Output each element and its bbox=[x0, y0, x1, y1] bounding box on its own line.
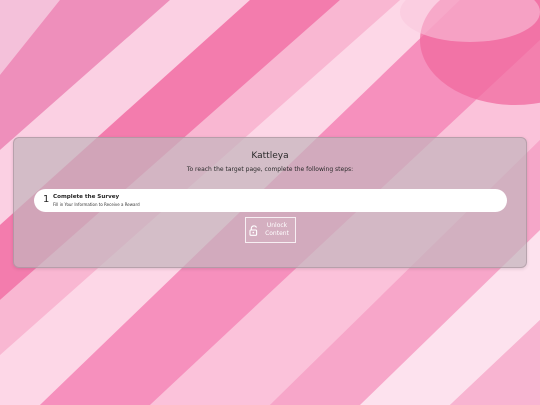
unlock-content-button[interactable]: Unlock Content bbox=[245, 217, 296, 243]
step-description: Fill in Your Information to Receive a Re… bbox=[53, 202, 140, 207]
unlock-label-line1: Unlock bbox=[266, 222, 288, 229]
unlock-label-line2: Content bbox=[265, 230, 289, 237]
content-locker-card: Kattleya To reach the target page, compl… bbox=[13, 137, 527, 268]
step-title: Complete the Survey bbox=[53, 194, 120, 200]
locker-title: Kattleya bbox=[251, 151, 289, 161]
step-item-survey[interactable]: 1 Complete the Survey Fill in Your Infor… bbox=[34, 189, 507, 212]
unlock-label: Unlock Content bbox=[260, 222, 294, 238]
lock-icon bbox=[249, 225, 258, 236]
locker-instructions: To reach the target page, complete the f… bbox=[186, 166, 354, 173]
step-number: 1 bbox=[43, 194, 50, 205]
